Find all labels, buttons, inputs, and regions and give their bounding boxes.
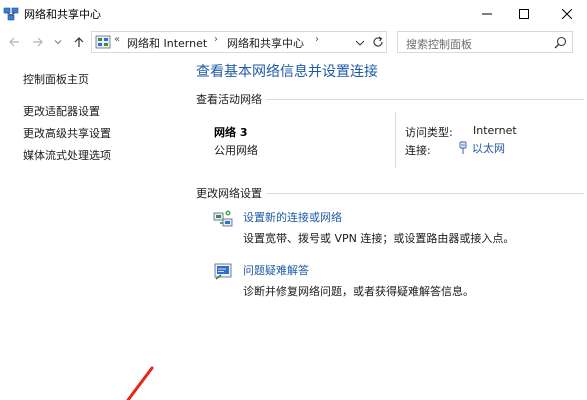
chevron-down-icon	[355, 40, 365, 46]
connections-label: 连接:	[405, 144, 431, 157]
red-annotation-arrow	[126, 366, 154, 400]
address-dropdown-button[interactable]	[354, 37, 366, 49]
left-task-pane: 控制面板主页 更改适配器设置 更改高级共享设置 媒体流式处理选项	[0, 56, 192, 400]
search-placeholder[interactable]: 搜索控制面板	[406, 36, 472, 52]
setup-new-connection-link[interactable]: 设置新的连接或网络	[243, 209, 342, 225]
network-info-divider	[395, 112, 396, 168]
search-box[interactable]: 搜索控制面板	[397, 31, 573, 53]
address-bar[interactable]: « 网络和 Internet › 网络和共享中心 ›	[91, 31, 387, 53]
refresh-icon	[373, 36, 383, 47]
close-icon	[562, 9, 572, 19]
breadcrumb-network-sharing-center[interactable]: 网络和共享中心	[227, 35, 304, 51]
troubleshoot-icon	[213, 261, 233, 281]
section-divider	[266, 99, 584, 100]
ethernet-connection-label[interactable]: 以太网	[472, 140, 505, 156]
maximize-icon	[519, 9, 529, 19]
network-setup-icon	[213, 209, 233, 229]
troubleshoot-problems-description: 诊断并修复网络问题，或者获得疑难解答信息。	[243, 285, 474, 298]
refresh-button[interactable]	[371, 35, 385, 49]
back-button[interactable]	[6, 34, 22, 50]
sidebar-item-media-streaming-options[interactable]: 媒体流式处理选项	[23, 147, 111, 163]
sidebar-item-advanced-sharing-settings[interactable]: 更改高级共享设置	[23, 125, 111, 141]
main-content: 查看基本网络信息并设置连接 查看活动网络 网络 3 公用网络 访问类型: Int…	[192, 56, 587, 400]
chevron-down-icon	[54, 40, 62, 45]
setup-new-connection-description: 设置宽带、拨号或 VPN 连接；或设置路由器或接入点。	[243, 232, 515, 245]
navigation-bar: « 网络和 Internet › 网络和共享中心 › 搜索控制面板	[0, 28, 587, 56]
network-category-link[interactable]: 公用网络	[214, 142, 258, 158]
network-center-app-icon	[3, 6, 19, 22]
back-arrow-icon	[9, 37, 19, 47]
access-type-label: 访问类型:	[405, 126, 453, 139]
troubleshoot-problems-link[interactable]: 问题疑难解答	[243, 262, 309, 278]
up-button[interactable]	[71, 34, 87, 50]
breadcrumb-separator[interactable]: ›	[214, 34, 218, 45]
breadcrumb-overflow[interactable]: «	[114, 34, 120, 45]
up-arrow-icon	[74, 37, 84, 47]
title-bar: 网络和共享中心	[0, 0, 587, 28]
maximize-button[interactable]	[502, 0, 546, 28]
window-title: 网络和共享中心	[24, 8, 101, 21]
close-button[interactable]	[545, 0, 587, 28]
recent-locations-button[interactable]	[52, 34, 64, 50]
sidebar-item-control-panel-home[interactable]: 控制面板主页	[23, 71, 89, 87]
section-divider	[266, 193, 584, 194]
access-type-value: Internet	[473, 124, 517, 137]
search-icon[interactable]	[554, 36, 567, 49]
active-networks-heading: 查看活动网络	[196, 93, 262, 106]
breadcrumb-separator[interactable]: ›	[315, 34, 319, 45]
control-panel-icon	[95, 35, 111, 50]
sidebar-item-change-adapter-settings[interactable]: 更改适配器设置	[23, 103, 100, 119]
network-name: 网络 3	[214, 126, 248, 139]
forward-arrow-icon	[33, 37, 43, 47]
ethernet-connection-link[interactable]: 以太网	[458, 140, 505, 156]
breadcrumb-network-internet[interactable]: 网络和 Internet	[127, 35, 207, 51]
page-title: 查看基本网络信息并设置连接	[196, 64, 378, 80]
change-network-settings-heading: 更改网络设置	[196, 187, 262, 200]
minimize-icon	[482, 13, 492, 15]
forward-button[interactable]	[30, 34, 46, 50]
ethernet-plug-icon	[459, 141, 467, 154]
